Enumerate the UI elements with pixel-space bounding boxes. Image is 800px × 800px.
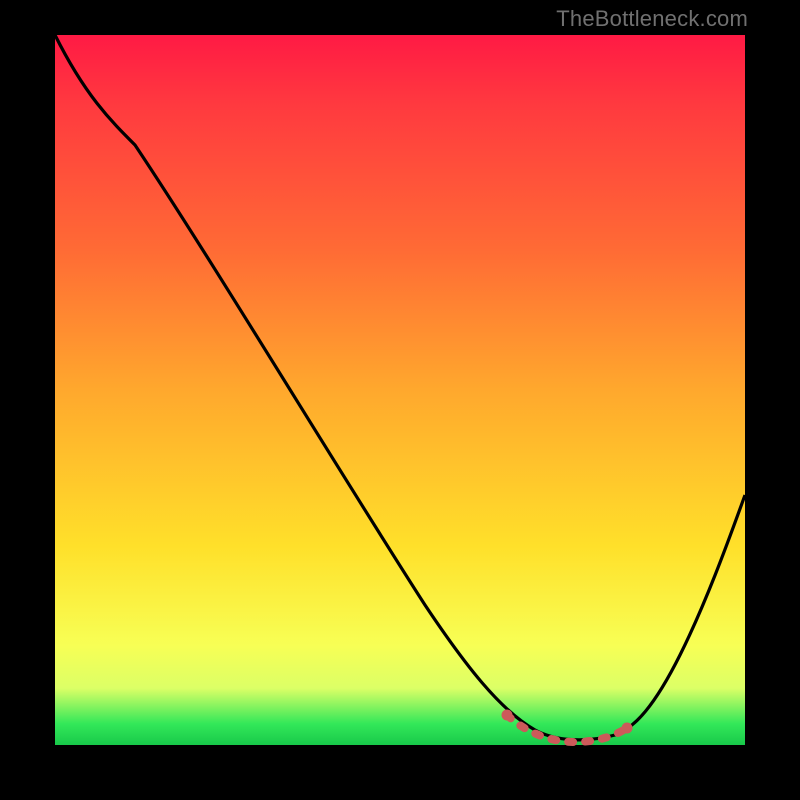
optimal-range-start-dot [502, 710, 513, 721]
plot-area [55, 35, 745, 745]
optimal-range-marker [507, 715, 627, 742]
watermark-text: TheBottleneck.com [556, 6, 748, 32]
chart-frame: TheBottleneck.com [0, 0, 800, 800]
plot-svg [55, 35, 745, 745]
optimal-range-end-dot [622, 723, 633, 734]
bottleneck-curve [55, 35, 745, 740]
